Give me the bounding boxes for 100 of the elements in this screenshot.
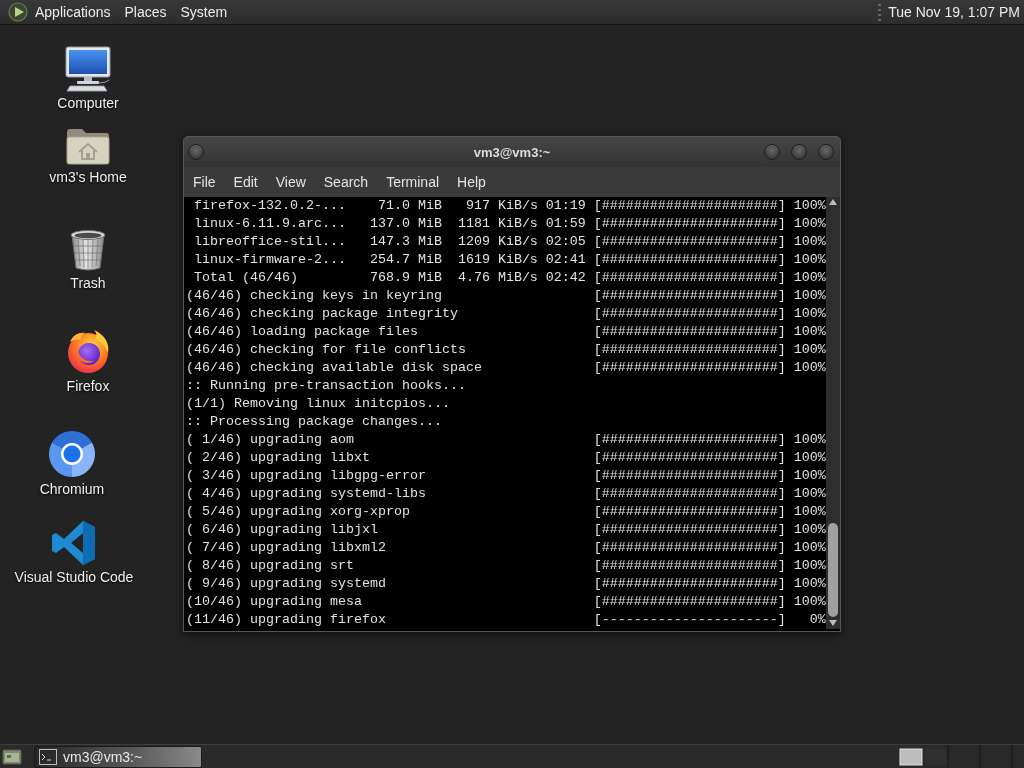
progress-text: [######################] [593,503,786,521]
taskbar-button[interactable]: vm3@vm3:~ [34,745,202,768]
terminal-line: (46/46) checking available disk space [186,359,482,377]
package-name: Total (46/46) [194,269,298,287]
package-name: firefox-132.0.2-... [194,197,346,215]
panel-menu[interactable]: Applications [28,1,118,23]
percent-text: 100% [793,485,826,503]
download-rate: 917 KiB/s [465,197,538,215]
terminal-icon [39,748,57,765]
window-title: vm3@vm3:~ [473,144,551,160]
home-folder-icon[interactable] [64,126,112,166]
ribbon-logo-icon[interactable] [50,520,98,566]
computer-monitor-icon[interactable] [64,46,112,92]
percent-text: 100% [793,503,826,521]
percent-text: 100% [793,323,826,341]
percent-text: 100% [793,449,826,467]
panel-menu[interactable]: Places [117,1,174,23]
progress-text: [######################] [593,251,786,269]
terminal-line: ( 9/46) upgrading systemd [186,575,386,593]
progress-text: [######################] [593,305,786,323]
terminal-line: (46/46) loading package files [186,323,418,341]
percent-text: 100% [793,233,826,251]
package-name: libreoffice-stil... [194,233,346,251]
download-size: 71.0 MiB [377,197,442,215]
progress-text: [----------------------] [593,611,786,629]
progress-text: [######################] [593,233,786,251]
trash-can-icon[interactable] [68,228,108,272]
desktop-icon-label[interactable]: Firefox [66,378,110,394]
minimize-button[interactable] [764,144,780,160]
maximize-button[interactable] [791,144,807,160]
download-rate: 1209 KiB/s [457,233,538,251]
terminal-line: (10/46) upgrading mesa [186,593,362,611]
desktop-icon-label[interactable]: vm3's Home [49,169,127,185]
desktop-icon-label[interactable]: Chromium [39,481,105,497]
progress-text: [######################] [593,359,786,377]
percent-text: 100% [793,251,826,269]
desktop-icon-label[interactable]: Visual Studio Code [14,569,134,585]
download-rate: 1181 KiB/s [457,215,538,233]
ring-logo-icon[interactable] [48,430,96,478]
terminal-line: :: Processing package changes... [186,413,442,431]
progress-text: [######################] [593,197,786,215]
percent-text: 100% [793,557,826,575]
terminal-line: ( 6/46) upgrading libjxl [186,521,378,539]
progress-text: [######################] [593,449,786,467]
menu-logo-icon[interactable] [8,2,28,22]
download-rate: 1619 KiB/s [457,251,538,269]
percent-text: 100% [793,521,826,539]
close-button[interactable] [818,144,834,160]
percent-text: 100% [793,431,826,449]
package-name: linux-firmware-2... [194,251,346,269]
progress-text: [######################] [593,485,786,503]
terminal-line: ( 1/46) upgrading aom [186,431,354,449]
terminal-line: (46/46) checking keys in keyring [186,287,442,305]
percent-text: 100% [793,575,826,593]
download-size: 147.3 MiB [369,233,442,251]
elapsed-time: 02:05 [545,233,586,251]
clock[interactable]: Tue Nov 19, 1:07 PM [888,4,1020,20]
percent-text: 100% [793,467,826,485]
progress-text: [######################] [593,287,786,305]
download-size: 137.0 MiB [369,215,442,233]
show-desktop-icon[interactable] [2,747,22,766]
percent-text: 100% [793,287,826,305]
package-name: linux-6.11.9.arc... [194,215,346,233]
download-size: 768.9 MiB [369,269,442,287]
percent-text: 100% [793,269,826,287]
panel-handle-icon[interactable] [878,3,882,21]
percent-text: 100% [793,305,826,323]
percent-text: 100% [793,539,826,557]
terminal-line: ( 8/46) upgrading srt [186,557,354,575]
percent-text: 100% [793,593,826,611]
terminal-line: ( 2/46) upgrading libxt [186,449,370,467]
progress-text: [######################] [593,557,786,575]
progress-text: [######################] [593,593,786,611]
percent-text: 100% [793,341,826,359]
progress-text: [######################] [593,269,786,287]
menu-item[interactable]: File [184,170,225,194]
terminal-line: (11/46) upgrading firefox [186,611,386,629]
progress-text: [######################] [593,539,786,557]
window-menu-button[interactable] [188,144,204,160]
menu-item[interactable]: Help [448,170,495,194]
terminal-line: ( 3/46) upgrading libgpg-error [186,467,426,485]
download-rate: 4.76 MiB/s [457,269,538,287]
progress-text: [######################] [593,215,786,233]
menu-item[interactable]: Search [314,170,378,194]
elapsed-time: 01:59 [545,215,586,233]
terminal-line: :: Running pre-transaction hooks... [186,377,466,395]
menu-item[interactable]: Edit [224,170,267,194]
desktop-icon-label[interactable]: Computer [57,95,119,111]
menu-item[interactable]: Terminal [377,170,449,194]
menu-item[interactable]: View [266,170,315,194]
scrollbar[interactable] [826,197,840,629]
elapsed-time: 02:42 [545,269,586,287]
progress-text: [######################] [593,341,786,359]
elapsed-time: 02:41 [545,251,586,269]
panel-menu[interactable]: System [173,1,235,23]
percent-text: 100% [793,215,826,233]
terminal-line: ( 7/46) upgrading libxml2 [186,539,386,557]
desktop-icon-label[interactable]: Trash [70,275,106,291]
percent-text: 0% [809,611,826,629]
terminal-line: ( 5/46) upgrading xorg-xprop [186,503,410,521]
